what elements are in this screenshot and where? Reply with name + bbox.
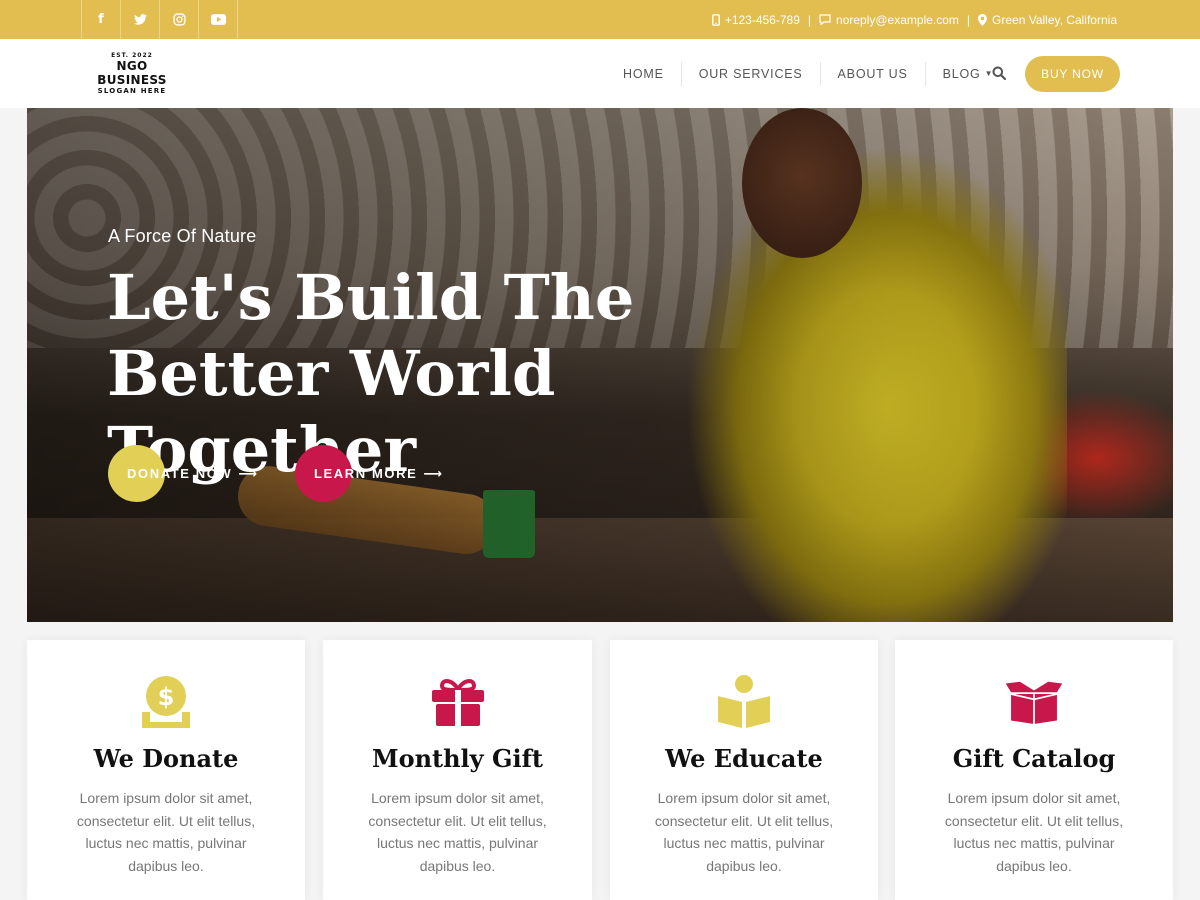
logo-name: NGO BUSINESS <box>97 59 167 87</box>
card-we-donate[interactable]: $ We Donate Lorem ipsum dolor sit amet, … <box>27 640 305 900</box>
learn-more-label: LEARN MORE ⟶ <box>295 466 444 482</box>
open-box-icon <box>1004 672 1064 732</box>
facebook-icon[interactable]: f <box>82 0 121 39</box>
card-monthly-gift[interactable]: Monthly Gift Lorem ipsum dolor sit amet,… <box>323 640 592 900</box>
gift-icon <box>428 672 488 732</box>
phone-icon <box>711 13 720 26</box>
phone-contact: +123-456-789 <box>711 12 800 27</box>
main-nav: HOME OUR SERVICES ABOUT US BLOG ▼ <box>606 39 1010 108</box>
card-title: We Educate <box>665 744 823 773</box>
arrow-right-icon: ⟶ <box>238 466 259 482</box>
search-icon[interactable] <box>992 66 1008 82</box>
card-text: Lorem ipsum dolor sit amet, consectetur … <box>654 790 834 874</box>
donate-coin-icon: $ <box>136 672 196 732</box>
learn-more-text: LEARN MORE <box>314 465 418 481</box>
twitter-icon[interactable] <box>121 0 160 39</box>
hero-subtitle: A Force Of Nature <box>108 226 257 246</box>
book-reader-icon <box>714 672 774 732</box>
card-text: Lorem ipsum dolor sit amet, consectetur … <box>368 790 547 874</box>
instagram-icon[interactable] <box>160 0 199 39</box>
hero-banner: A Force Of Nature Let's Build The Better… <box>27 108 1173 622</box>
social-links: f <box>81 0 238 39</box>
donate-now-button[interactable]: DONATE NOW ⟶ <box>108 445 259 502</box>
email-contact: noreply@example.com <box>819 13 959 27</box>
site-logo[interactable]: EST. 2022 NGO BUSINESS SLOGAN HERE <box>82 52 182 96</box>
card-title: Monthly Gift <box>372 744 543 773</box>
top-bar: f +123-456-789 | noreply@example.com | G… <box>0 0 1200 39</box>
buy-now-button[interactable]: BUY NOW <box>1025 56 1120 92</box>
feature-cards: $ We Donate Lorem ipsum dolor sit amet, … <box>27 640 1173 900</box>
email-text[interactable]: noreply@example.com <box>836 13 959 27</box>
comment-icon <box>819 14 831 25</box>
donate-now-label: DONATE NOW ⟶ <box>108 466 259 482</box>
card-text: Lorem ipsum dolor sit amet, consectetur … <box>76 790 256 874</box>
divider: | <box>966 12 971 27</box>
location-contact: Green Valley, California <box>978 13 1117 27</box>
nav-home[interactable]: HOME <box>606 61 682 86</box>
card-text: Lorem ipsum dolor sit amet, consectetur … <box>944 790 1124 874</box>
location-text: Green Valley, California <box>992 12 1117 27</box>
nav-blog-label: BLOG <box>942 66 981 81</box>
card-title: Gift Catalog <box>952 744 1116 773</box>
svg-text:$: $ <box>158 683 175 711</box>
arrow-right-icon: ⟶ <box>423 466 444 482</box>
logo-est: EST. 2022 <box>111 52 153 59</box>
phone-text: +123-456-789 <box>724 12 800 27</box>
logo-slogan: SLOGAN HERE <box>97 87 167 95</box>
site-header: EST. 2022 NGO BUSINESS SLOGAN HERE HOME … <box>0 39 1200 108</box>
card-we-educate[interactable]: We Educate Lorem ipsum dolor sit amet, c… <box>610 640 878 900</box>
contact-info: +123-456-789 | noreply@example.com | Gre… <box>711 0 1117 39</box>
youtube-icon[interactable] <box>199 0 238 39</box>
card-gift-catalog[interactable]: Gift Catalog Lorem ipsum dolor sit amet,… <box>895 640 1173 900</box>
donate-now-text: DONATE NOW <box>127 465 233 481</box>
nav-our-services[interactable]: OUR SERVICES <box>682 61 821 86</box>
nav-about-us[interactable]: ABOUT US <box>821 61 926 86</box>
card-title: We Donate <box>93 744 239 773</box>
divider: | <box>807 12 812 27</box>
learn-more-button[interactable]: LEARN MORE ⟶ <box>295 445 444 502</box>
map-pin-icon <box>978 13 988 26</box>
